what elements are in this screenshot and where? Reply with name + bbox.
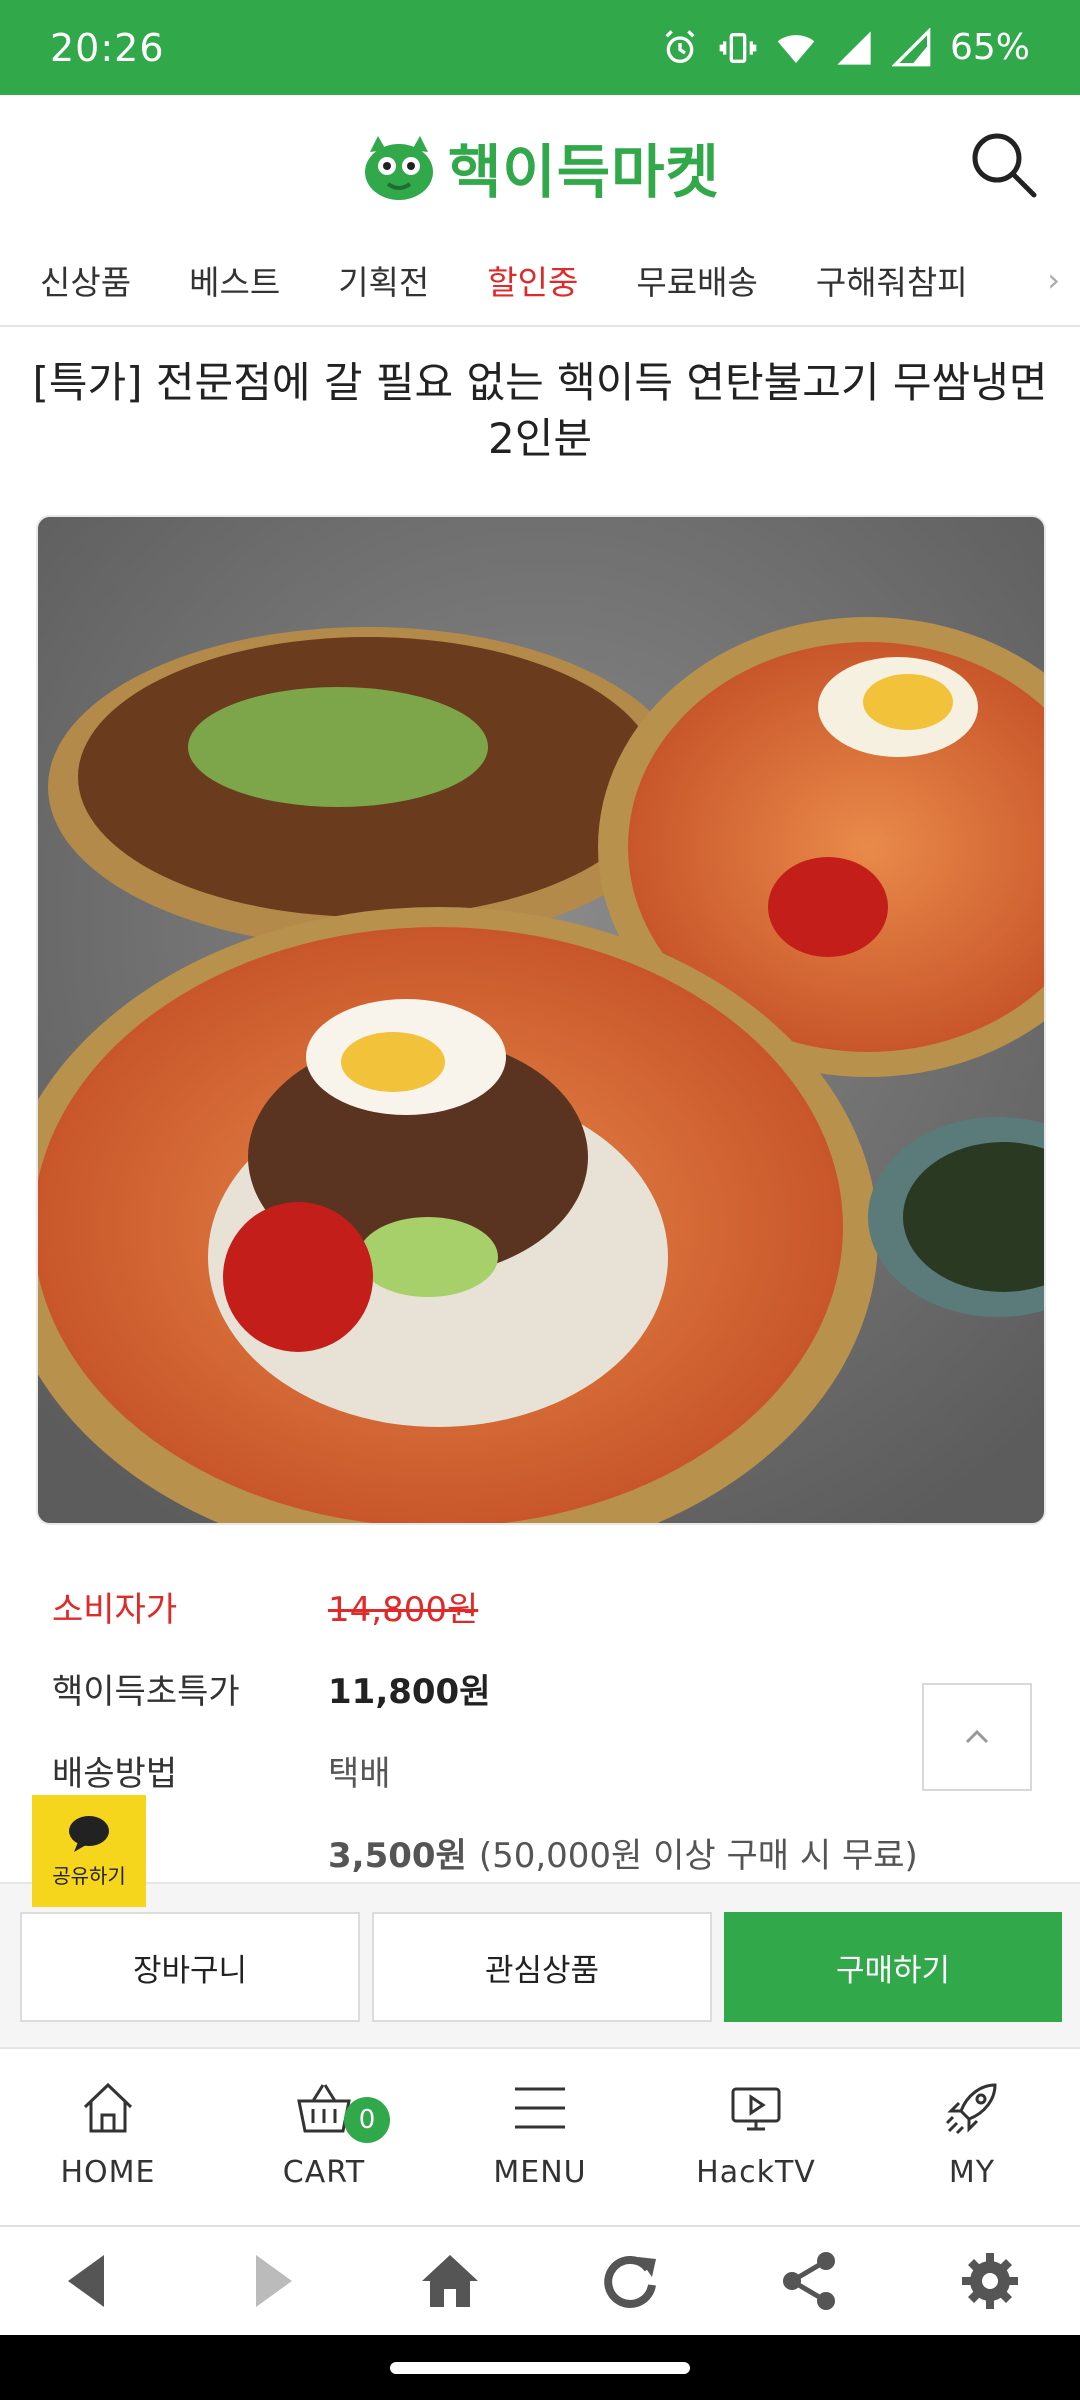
shipping-method-label: 배송방법 bbox=[52, 1754, 178, 1794]
add-to-cart-button[interactable]: 장바구니 bbox=[20, 1912, 360, 2022]
wifi-icon bbox=[777, 34, 815, 63]
status-time: 20:26 bbox=[50, 25, 165, 70]
action-bar: 장바구니 관심상품 구매하기 bbox=[0, 1882, 1080, 2047]
chevron-up-icon bbox=[965, 1729, 989, 1744]
status-bar: 20:26 65% bbox=[0, 0, 1080, 95]
search-button[interactable] bbox=[964, 125, 1044, 205]
tab-hacktv[interactable]: HackTV bbox=[648, 2049, 864, 2225]
category-sale[interactable]: 할인중 bbox=[487, 256, 578, 304]
tab-cart[interactable]: 0 CART bbox=[216, 2049, 432, 2225]
battery-level: 65% bbox=[949, 27, 1030, 68]
tab-my-label: MY bbox=[948, 2155, 996, 2190]
tab-home[interactable]: HOME bbox=[0, 2049, 216, 2225]
browser-toolbar bbox=[0, 2225, 1080, 2335]
chevron-right-icon[interactable]: › bbox=[1047, 261, 1060, 299]
home-icon bbox=[83, 2082, 133, 2133]
consumer-price: 14,800원 bbox=[328, 1590, 479, 1630]
home-gesture-pill[interactable] bbox=[390, 2362, 690, 2374]
logo-text: 핵이득마켓 bbox=[448, 138, 720, 206]
special-price-row: 핵이득초특가 11,800원 bbox=[52, 1664, 490, 1713]
back-icon[interactable] bbox=[58, 2249, 122, 2313]
settings-icon[interactable] bbox=[958, 2249, 1022, 2313]
wishlist-button[interactable]: 관심상품 bbox=[372, 1912, 712, 2022]
category-best[interactable]: 베스트 bbox=[189, 256, 280, 304]
tab-cart-label: CART bbox=[282, 2155, 366, 2190]
logo[interactable]: 핵이득마켓 bbox=[360, 125, 720, 209]
refresh-icon[interactable] bbox=[598, 2249, 662, 2313]
chat-bubble-icon bbox=[69, 1815, 109, 1852]
product-title: [특가] 전문점에 갈 필요 없는 핵이득 연탄불고기 무쌈냉면 2인분 bbox=[32, 358, 1048, 463]
rocket-icon bbox=[945, 2083, 997, 2135]
tab-my[interactable]: MY bbox=[864, 2049, 1080, 2225]
special-price-label: 핵이득초특가 bbox=[52, 1672, 240, 1712]
cart-count-badge: 0 bbox=[344, 2097, 390, 2143]
menu-icon bbox=[515, 2087, 565, 2129]
tab-menu-label: MENU bbox=[493, 2155, 587, 2190]
shipping-method: 택배 bbox=[328, 1754, 391, 1794]
category-new[interactable]: 신상품 bbox=[40, 256, 131, 304]
shipping-fee-row: 3,500원 (50,000원 이상 구매 시 무료) bbox=[328, 1828, 918, 1877]
alarm-icon bbox=[665, 29, 695, 63]
search-icon bbox=[972, 133, 1037, 198]
shipping-fee: 3,500원 bbox=[328, 1836, 467, 1876]
home-icon[interactable] bbox=[418, 2249, 482, 2313]
status-icons: 65% bbox=[660, 27, 1030, 68]
food-photo bbox=[38, 517, 1044, 1523]
buy-button[interactable]: 구매하기 bbox=[724, 1912, 1062, 2022]
product-image[interactable] bbox=[36, 515, 1046, 1525]
tab-hacktv-label: HackTV bbox=[696, 2155, 816, 2190]
share-button[interactable]: 공유하기 bbox=[32, 1795, 146, 1907]
category-special[interactable]: 기획전 bbox=[338, 256, 429, 304]
category-rescue[interactable]: 구해줘참피 bbox=[816, 256, 968, 304]
tv-icon bbox=[731, 2087, 781, 2131]
consumer-price-label: 소비자가 bbox=[52, 1590, 178, 1630]
shipping-fee-note: (50,000원 이상 구매 시 무료) bbox=[478, 1836, 918, 1876]
bottom-tabbar: HOME 0 CART MENU HackTV MY bbox=[0, 2047, 1080, 2225]
category-free-shipping[interactable]: 무료배송 bbox=[636, 256, 757, 304]
consumer-price-row: 소비자가 14,800원 bbox=[52, 1582, 478, 1631]
gesture-area bbox=[0, 2335, 1080, 2400]
mascot-icon bbox=[365, 136, 433, 200]
signal-icon bbox=[891, 27, 931, 66]
scroll-top-button[interactable] bbox=[922, 1683, 1032, 1791]
special-price: 11,800원 bbox=[328, 1672, 491, 1712]
category-nav: 신상품 베스트 기획전 할인중 무료배송 구해줘참피 › bbox=[0, 235, 1080, 327]
tab-home-label: HOME bbox=[60, 2155, 156, 2190]
share-label: 공유하기 bbox=[52, 1863, 126, 1888]
shipping-method-row: 배송방법 택배 bbox=[52, 1746, 391, 1795]
header: 핵이득마켓 bbox=[0, 95, 1080, 235]
forward-icon[interactable] bbox=[238, 2249, 302, 2313]
signal-icon bbox=[837, 30, 871, 65]
share-icon[interactable] bbox=[778, 2249, 842, 2313]
vibrate-icon bbox=[719, 32, 757, 63]
tab-menu[interactable]: MENU bbox=[432, 2049, 648, 2225]
